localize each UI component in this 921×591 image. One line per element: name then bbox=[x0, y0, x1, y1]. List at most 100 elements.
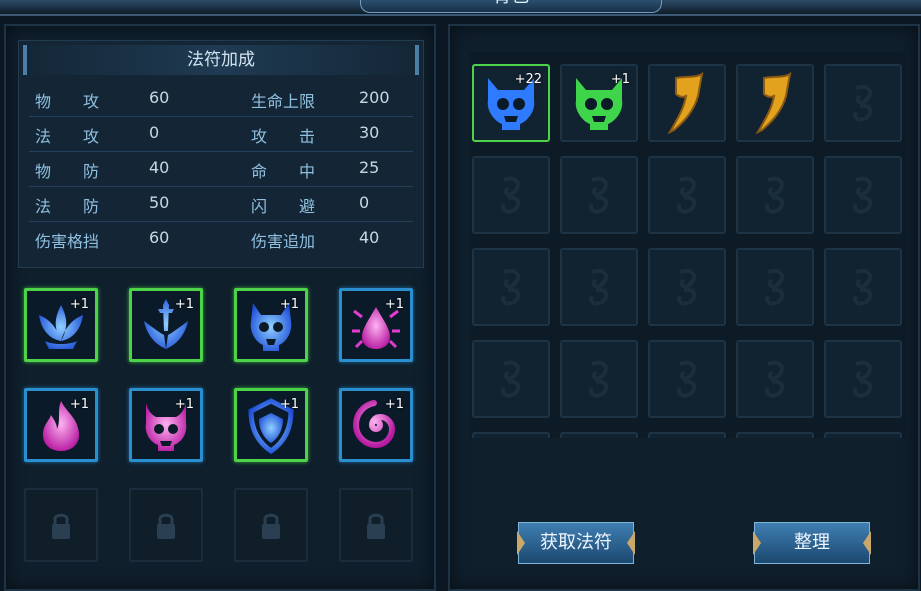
stat-value: 30 bbox=[359, 123, 380, 142]
empty-bag-slot[interactable] bbox=[560, 248, 638, 326]
padlock-icon bbox=[157, 513, 175, 539]
rune-bonus-stats: 法符加成 物 攻 60 生命上限 200 法 攻 0 攻 击 30 物 防 40… bbox=[18, 40, 424, 268]
rune-slot-sword[interactable]: +1 bbox=[129, 288, 203, 362]
bag-item-slot[interactable]: +22 bbox=[472, 64, 550, 142]
rune-slot-vortex[interactable]: +1 bbox=[339, 388, 413, 462]
stats-header: 法符加成 bbox=[23, 45, 419, 75]
empty-slot-emblem-icon bbox=[501, 360, 521, 398]
stat-label: 法 防 bbox=[35, 197, 100, 216]
empty-slot-emblem-icon bbox=[853, 176, 873, 214]
empty-bag-slot[interactable] bbox=[648, 156, 726, 234]
padlock-icon bbox=[367, 513, 385, 539]
rune-level: +1 bbox=[174, 397, 194, 412]
empty-slot-emblem-icon bbox=[826, 434, 900, 438]
empty-bag-slot[interactable] bbox=[736, 156, 814, 234]
empty-slot-emblem-icon bbox=[853, 268, 873, 306]
empty-bag-slot[interactable] bbox=[472, 248, 550, 326]
rune-level: +1 bbox=[279, 397, 299, 412]
empty-slot-emblem-icon bbox=[765, 176, 785, 214]
stat-value: 25 bbox=[359, 158, 380, 177]
empty-slot-emblem-icon bbox=[589, 360, 609, 398]
rune-level: +1 bbox=[384, 297, 404, 312]
rune-level: +1 bbox=[174, 297, 194, 312]
empty-slot-emblem-icon bbox=[501, 268, 521, 306]
padlock-icon bbox=[52, 513, 70, 539]
stat-value: 60 bbox=[149, 88, 170, 107]
empty-bag-slot[interactable] bbox=[648, 248, 726, 326]
empty-slot-emblem-icon bbox=[853, 84, 873, 122]
rune-slot-lotus[interactable]: +1 bbox=[24, 288, 98, 362]
stat-label: 闪 避 bbox=[251, 197, 316, 216]
stat-label: 物 防 bbox=[35, 162, 100, 181]
stat-label: 命 中 bbox=[251, 162, 316, 181]
gold-talisman-scroll-icon bbox=[755, 71, 792, 135]
empty-bag-slot[interactable] bbox=[736, 340, 814, 418]
stat-label: 法 攻 bbox=[35, 127, 100, 146]
empty-slot-emblem-icon bbox=[562, 434, 636, 438]
locked-rune-slot[interactable] bbox=[234, 488, 308, 562]
stat-row: 法 防 50 闪 避 0 bbox=[29, 186, 413, 222]
stat-value: 0 bbox=[359, 193, 370, 212]
empty-slot-emblem-icon bbox=[589, 176, 609, 214]
bag-item-slot[interactable] bbox=[736, 64, 814, 142]
empty-slot-emblem-icon bbox=[474, 434, 548, 438]
locked-rune-slot[interactable] bbox=[24, 488, 98, 562]
empty-bag-slot[interactable] bbox=[472, 156, 550, 234]
bag-item-slot[interactable] bbox=[648, 64, 726, 142]
empty-slot-emblem-icon bbox=[501, 176, 521, 214]
empty-bag-slot[interactable] bbox=[736, 248, 814, 326]
rune-slot-blood-drop[interactable]: +1 bbox=[339, 288, 413, 362]
rune-level: +1 bbox=[69, 297, 89, 312]
gold-talisman-scroll-icon bbox=[667, 71, 704, 135]
empty-bag-slot[interactable] bbox=[648, 432, 726, 438]
bag-item-slot[interactable]: +1 bbox=[560, 64, 638, 142]
empty-slot-emblem-icon bbox=[677, 176, 697, 214]
empty-slot-emblem-icon bbox=[853, 360, 873, 398]
sort-button[interactable]: 整理 bbox=[753, 522, 871, 564]
stat-value: 40 bbox=[149, 158, 170, 177]
rune-level: +1 bbox=[279, 297, 299, 312]
empty-bag-slot[interactable] bbox=[472, 432, 550, 438]
empty-slot-emblem-icon bbox=[677, 268, 697, 306]
empty-slot-emblem-icon bbox=[677, 360, 697, 398]
stat-value: 50 bbox=[149, 193, 170, 212]
empty-bag-slot[interactable] bbox=[824, 156, 902, 234]
stat-label: 攻 击 bbox=[251, 127, 316, 146]
empty-bag-slot[interactable] bbox=[824, 64, 902, 142]
empty-bag-slot[interactable] bbox=[648, 340, 726, 418]
stat-label: 伤害格挡 bbox=[35, 232, 100, 251]
empty-slot-emblem-icon bbox=[738, 434, 812, 438]
item-count: +1 bbox=[610, 72, 630, 87]
empty-slot-emblem-icon bbox=[765, 268, 785, 306]
rune-bag-grid[interactable]: +22 +1 bbox=[470, 52, 906, 438]
empty-bag-slot[interactable] bbox=[560, 340, 638, 418]
locked-rune-slot[interactable] bbox=[339, 488, 413, 562]
rune-level: +1 bbox=[69, 397, 89, 412]
empty-bag-slot[interactable] bbox=[560, 432, 638, 438]
empty-slot-emblem-icon bbox=[765, 360, 785, 398]
empty-bag-slot[interactable] bbox=[824, 248, 902, 326]
stat-value: 0 bbox=[149, 123, 160, 142]
empty-bag-slot[interactable] bbox=[472, 340, 550, 418]
rune-slot-horned-skull[interactable]: +1 bbox=[129, 388, 203, 462]
stat-label: 伤害追加 bbox=[251, 232, 316, 251]
locked-rune-slot[interactable] bbox=[129, 488, 203, 562]
empty-bag-slot[interactable] bbox=[736, 432, 814, 438]
empty-slot-emblem-icon bbox=[589, 268, 609, 306]
rune-bag-panel: +22 +1 获取法符 整理 bbox=[448, 24, 920, 591]
empty-bag-slot[interactable] bbox=[824, 340, 902, 418]
empty-bag-slot[interactable] bbox=[560, 156, 638, 234]
stat-row: 伤害格挡 60 伤害追加 40 bbox=[29, 221, 413, 256]
acquire-rune-button[interactable]: 获取法符 bbox=[517, 522, 635, 564]
rune-slot-flame[interactable]: +1 bbox=[24, 388, 98, 462]
stat-value: 200 bbox=[359, 88, 390, 107]
stat-label: 物 攻 bbox=[35, 92, 100, 111]
stat-row: 物 攻 60 生命上限 200 bbox=[29, 81, 413, 117]
stat-label: 生命上限 bbox=[251, 92, 316, 111]
empty-bag-slot[interactable] bbox=[824, 432, 902, 438]
rune-level: +1 bbox=[384, 397, 404, 412]
rune-slot-demon-skull[interactable]: +1 bbox=[234, 288, 308, 362]
item-count: +22 bbox=[514, 72, 542, 87]
window-title: 背包 bbox=[360, 0, 662, 13]
rune-slot-shield[interactable]: +1 bbox=[234, 388, 308, 462]
